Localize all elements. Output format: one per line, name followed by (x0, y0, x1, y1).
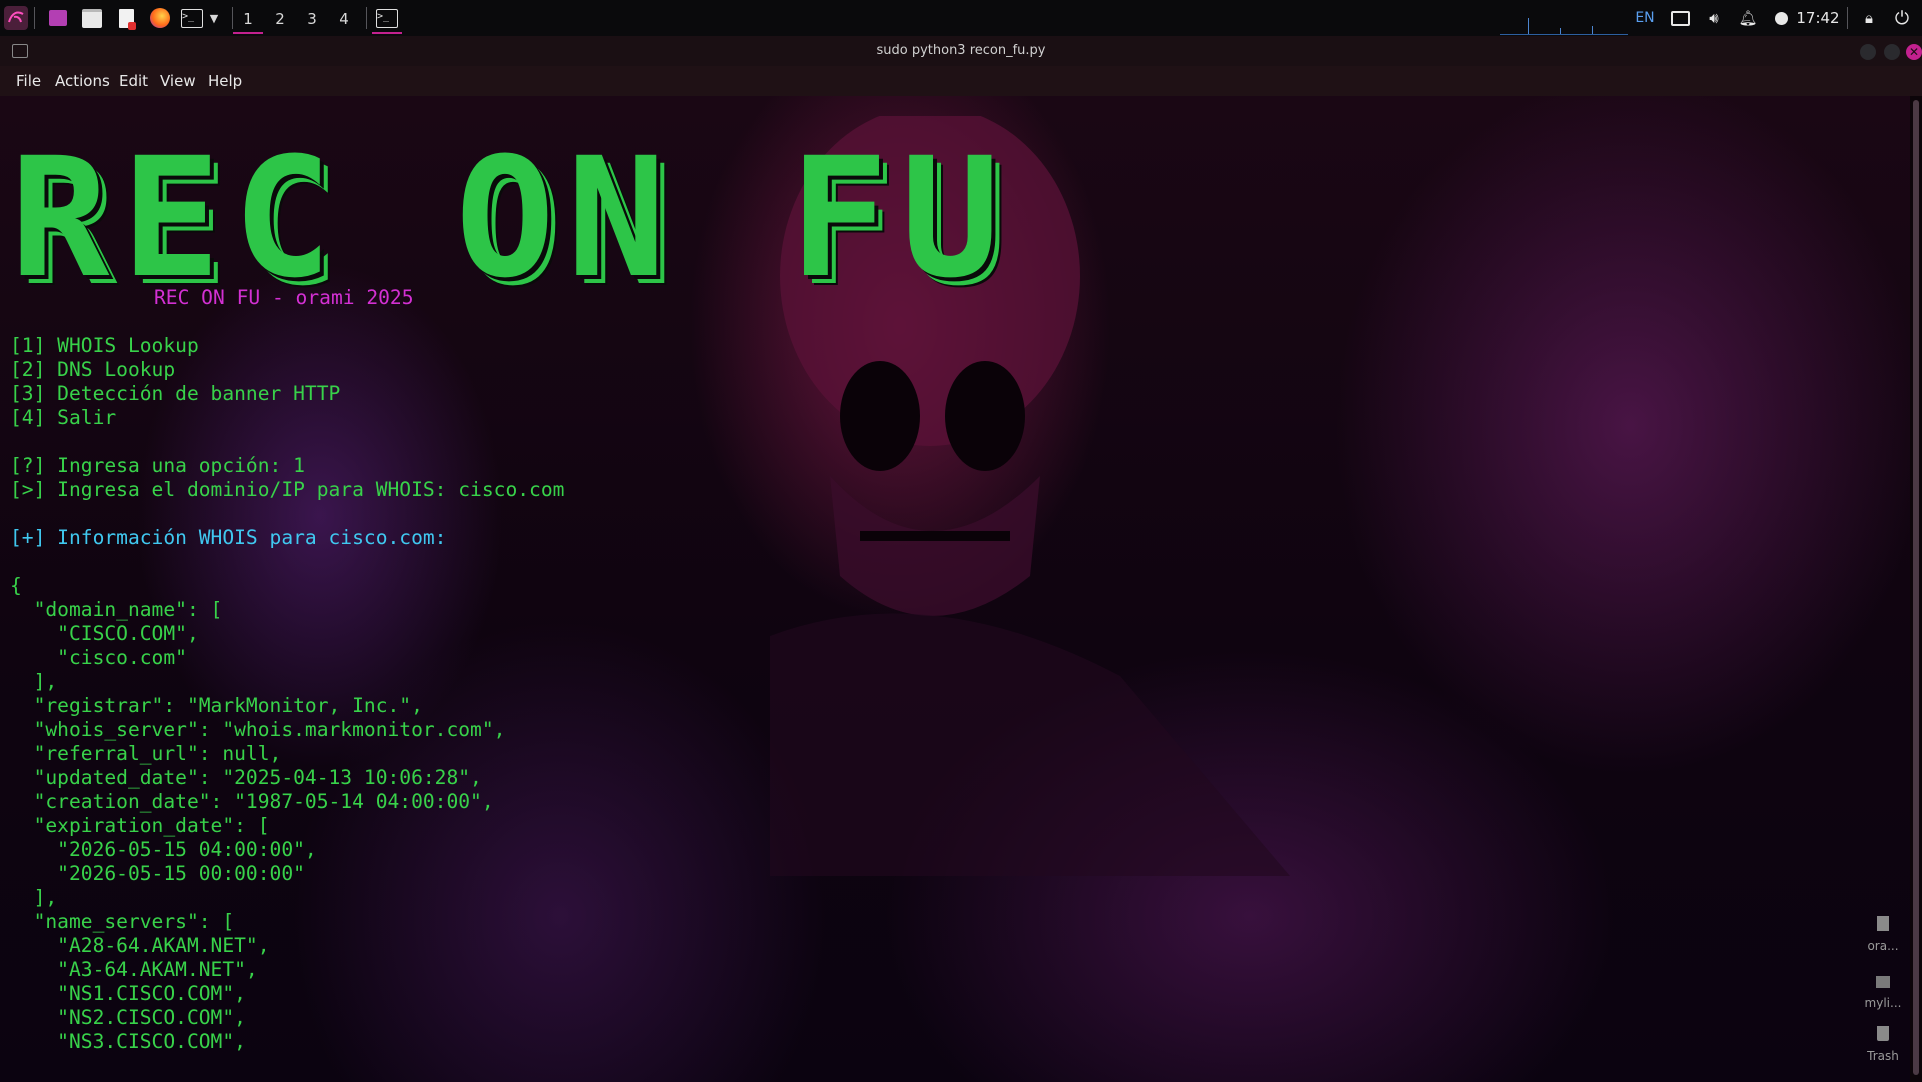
prompt-option: [?] Ingresa una opción: 1 (10, 454, 305, 477)
json-line: "registrar": "MarkMonitor, Inc.", (10, 694, 423, 717)
ascii-banner: REC ON FU (10, 122, 1013, 314)
json-line: "domain_name": [ (10, 598, 223, 621)
json-line: ], (10, 886, 58, 909)
window-title: sudo python3 recon_fu.py (876, 43, 1046, 58)
menu-edit[interactable]: Edit (119, 66, 148, 96)
json-line: "referral_url": null, (10, 742, 282, 765)
workspace-3[interactable]: 3 (297, 6, 327, 32)
desktop-file-ora[interactable]: ora... (1858, 916, 1908, 953)
workspace-4[interactable]: 4 (329, 6, 359, 32)
file-icon (1876, 976, 1890, 988)
menu-actions[interactable]: Actions (55, 66, 110, 96)
lock-icon[interactable]: 🔒︎ (1856, 0, 1882, 36)
language-indicator[interactable]: EN (1632, 0, 1658, 36)
desktop-file-myli[interactable]: myli... (1858, 976, 1908, 1010)
terminal-scrollbar[interactable] (1910, 96, 1922, 1082)
desktop-icon-label: myli... (1864, 996, 1902, 1010)
maximize-button[interactable] (1884, 44, 1900, 60)
workspace-1[interactable]: 1 (233, 6, 263, 34)
text-editor-icon[interactable] (114, 6, 138, 30)
desktop-icon-label: Trash (1867, 1049, 1899, 1063)
desktop-icon-label: ora... (1867, 939, 1899, 953)
menu-line-2: [2] DNS Lookup (10, 358, 176, 381)
json-line: "name_servers": [ (10, 910, 235, 933)
prompt-domain: [>] Ingresa el dominio/IP para WHOIS: ci… (10, 478, 565, 501)
display-icon[interactable] (1666, 0, 1694, 36)
firefox-icon[interactable] (148, 6, 172, 30)
menu-line-3: [3] Detección de banner HTTP (10, 382, 341, 405)
menu-line-1: [1] WHOIS Lookup (10, 334, 199, 357)
json-line: "NS1.CISCO.COM", (10, 982, 246, 1005)
files-icon[interactable] (80, 6, 104, 30)
clock[interactable]: 17:42 (1796, 0, 1840, 36)
desktop-trash[interactable]: Trash (1858, 1026, 1908, 1063)
taskbar: >_ ▼ 1 2 3 4 >_ EN 🔊︎ 🔔︎ 17:42 🔒︎ ⏻ (0, 0, 1922, 37)
trash-icon (1877, 1026, 1889, 1041)
json-line: "cisco.com" (10, 646, 187, 669)
banner-subtitle: REC ON FU - orami 2025 (154, 286, 414, 309)
json-line: ], (10, 670, 58, 693)
menubar: File Actions Edit View Help (0, 66, 1922, 96)
notification-bell-icon[interactable]: 🔔︎ (1734, 0, 1762, 36)
terminal-icon[interactable]: >_ (180, 6, 204, 30)
json-line: "updated_date": "2025-04-13 10:06:28", (10, 766, 482, 789)
close-button[interactable]: ✕ (1906, 44, 1922, 60)
json-line: "expiration_date": [ (10, 814, 270, 837)
json-line: "A28-64.AKAM.NET", (10, 934, 270, 957)
window-icon[interactable] (46, 6, 70, 30)
kali-menu-icon[interactable] (4, 6, 28, 30)
volume-icon[interactable]: 🔊︎ (1700, 0, 1728, 36)
cpu-graph (1500, 16, 1628, 35)
json-line: { (10, 574, 22, 597)
json-line: "2026-05-15 00:00:00" (10, 862, 305, 885)
whois-info-line: [+] Información WHOIS para cisco.com: (10, 526, 447, 549)
menu-line-4: [4] Salir (10, 406, 117, 429)
power-icon[interactable]: ⏻ (1888, 0, 1916, 36)
terminal-output[interactable]: REC ON FU REC ON FU - orami 2025 [1] WHO… (0, 96, 1910, 1082)
json-line: "NS3.CISCO.COM", (10, 1030, 246, 1053)
banner-title: REC ON FU (10, 122, 1013, 314)
json-line: "creation_date": "1987-05-14 04:00:00", (10, 790, 494, 813)
workspace-2[interactable]: 2 (265, 6, 295, 32)
json-line: "A3-64.AKAM.NET", (10, 958, 258, 981)
clock-icon (1768, 0, 1794, 36)
terminal-window: sudo python3 recon_fu.py ✕ File Actions … (0, 36, 1922, 1082)
terminal-icon: >_ (376, 8, 398, 28)
taskbar-terminal-window[interactable]: >_ (372, 4, 402, 34)
menu-view[interactable]: View (160, 66, 196, 96)
menu-file[interactable]: File (16, 66, 41, 96)
json-line: "whois_server": "whois.markmonitor.com", (10, 718, 506, 741)
json-line: "2026-05-15 04:00:00", (10, 838, 317, 861)
file-icon (1877, 916, 1889, 931)
menu-help[interactable]: Help (208, 66, 242, 96)
window-titlebar[interactable]: sudo python3 recon_fu.py ✕ (0, 36, 1922, 66)
scrollbar-thumb[interactable] (1913, 100, 1919, 1075)
json-line: "CISCO.COM", (10, 622, 199, 645)
json-line: "NS2.CISCO.COM", (10, 1006, 246, 1029)
minimize-button[interactable] (1860, 44, 1876, 60)
chevron-down-icon[interactable]: ▼ (206, 6, 222, 30)
